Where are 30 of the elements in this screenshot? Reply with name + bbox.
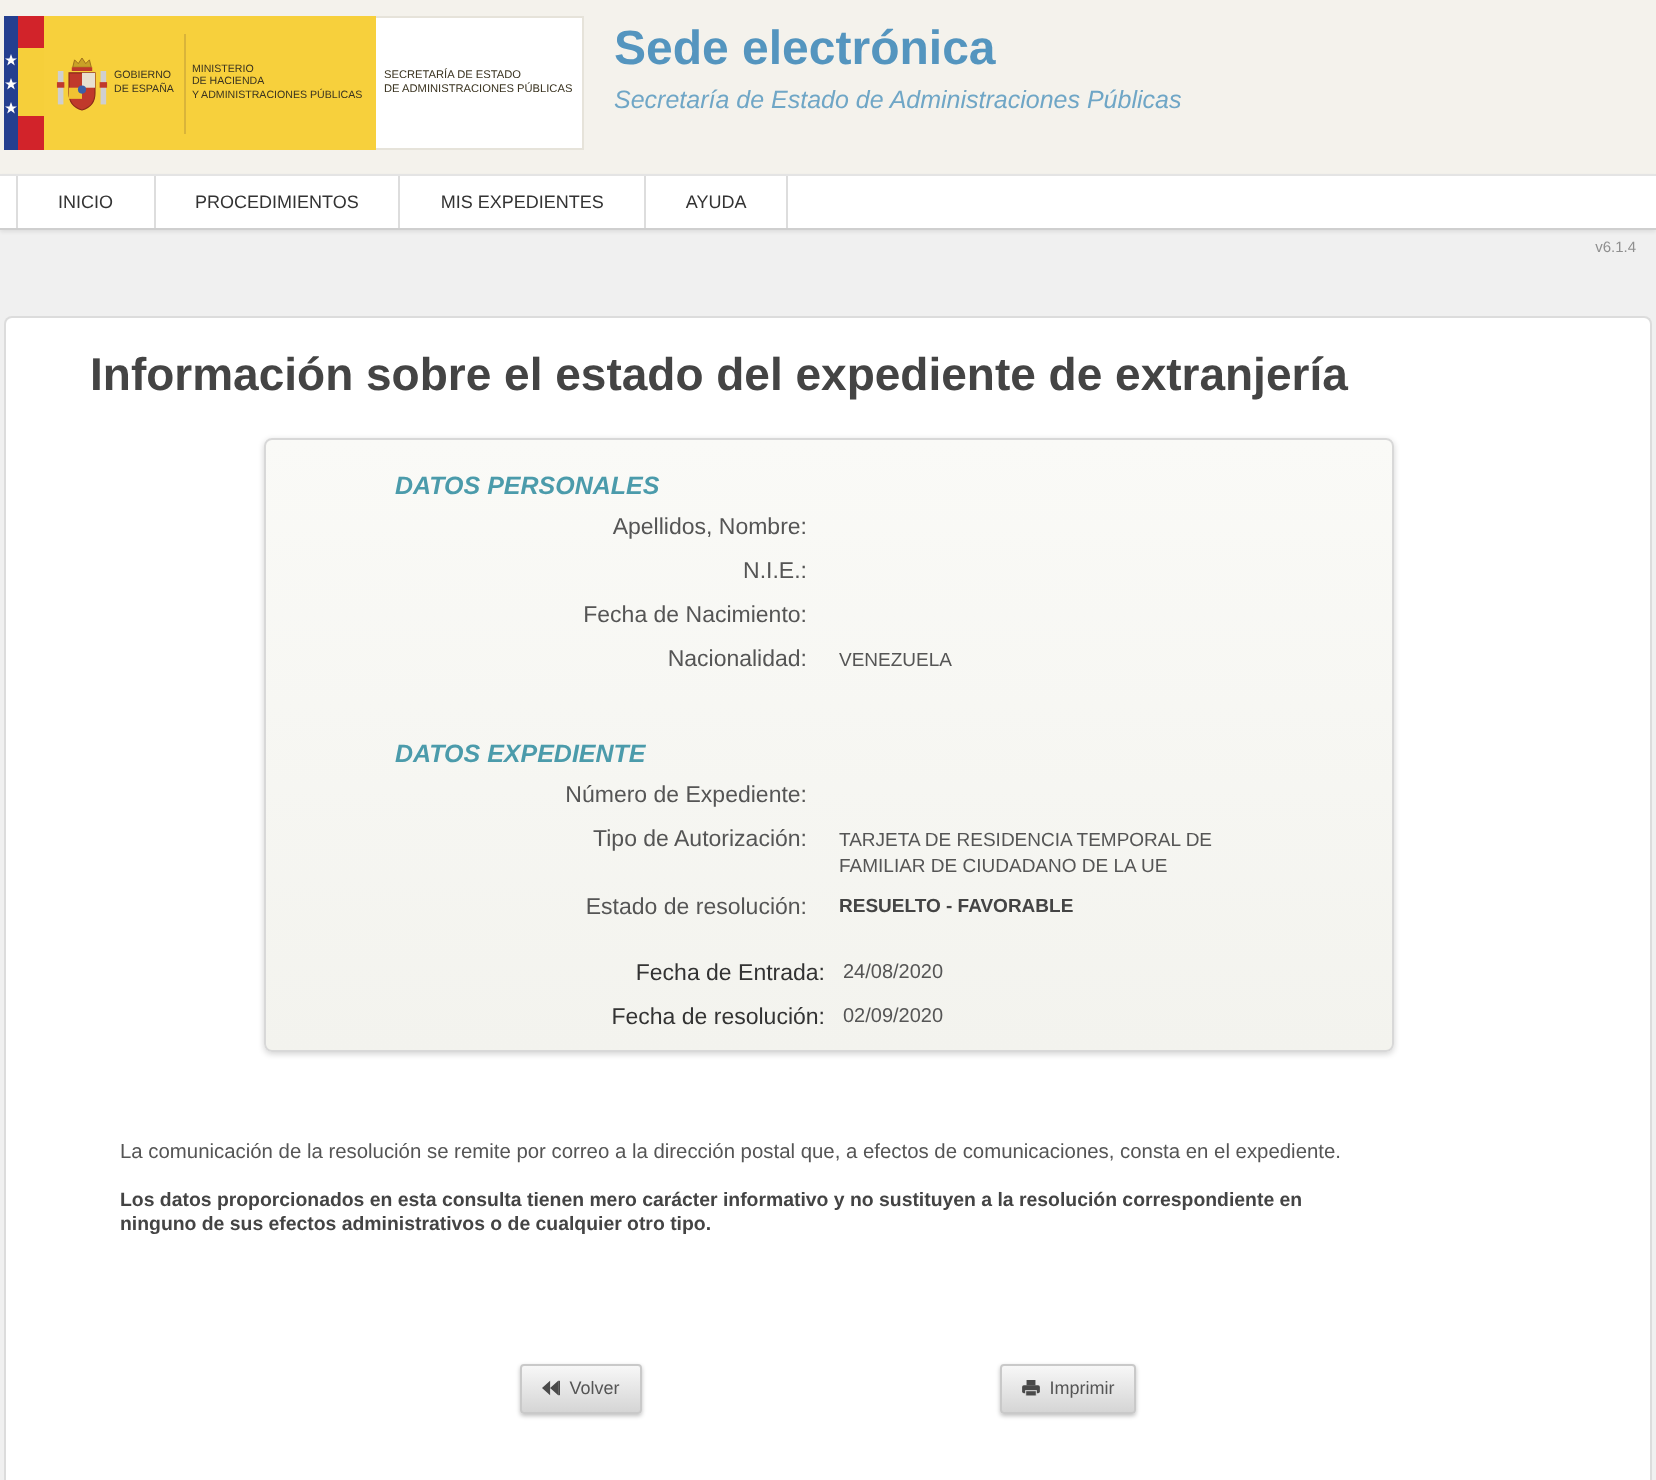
- section-heading: DATOS EXPEDIENTE: [395, 738, 646, 772]
- field-value: TARJETA DE RESIDENCIA TEMPORAL DE FAMILIAR DE CIUDADANO DE LA UE: [839, 827, 1215, 881]
- printer-icon: [1021, 1380, 1040, 1396]
- field-label: Estado de resolución:: [585, 893, 807, 923]
- field-label: N.I.E.:: [743, 558, 807, 588]
- field-label: Apellidos, Nombre:: [612, 514, 807, 544]
- page-title: Información sobre el estado del expediente de extranjería: [90, 346, 1348, 402]
- field-label: Número de Expediente:: [565, 782, 807, 812]
- coat-of-arms-icon: [56, 55, 108, 111]
- field-label: Nacionalidad:: [667, 646, 807, 676]
- section-heading: DATOS PERSONALES: [395, 470, 660, 504]
- double-left-arrow-icon: [541, 1380, 560, 1396]
- nav-tab[interactable]: INICIO: [16, 176, 156, 228]
- site-subtitle: Secretaría de Estado de Administraciones Públicas: [614, 84, 1182, 116]
- field-label: Tipo de Autorización:: [593, 826, 807, 856]
- date-value: 24/08/2020: [843, 959, 944, 987]
- nav-tab[interactable]: PROCEDIMIENTOS: [155, 176, 401, 228]
- back-button[interactable]: Volver: [519, 1363, 642, 1413]
- notice-text: La comunicación de la resolución se remite por correo a la dirección postal que, a efectos de comunicaciones, consta en el expediente.: [120, 1141, 1341, 1165]
- status-value: RESUELTO - FAVORABLE: [839, 894, 1074, 922]
- notice-text: Los datos proporcionados en esta consulta tienen mero carácter informativo y no sustituyen a la resolución correspondiente en ninguno de sus efectos administrativos o de cualquier otro tipo.: [120, 1189, 1305, 1237]
- print-button[interactable]: Imprimir: [999, 1363, 1137, 1413]
- nav-tab[interactable]: MIS EXPEDIENTES: [400, 176, 646, 228]
- date-label: Fecha de resolución:: [611, 1003, 825, 1033]
- site-title: Sede electrónica: [614, 22, 998, 78]
- field-label: Fecha de Nacimiento:: [583, 602, 807, 632]
- nav-tab[interactable]: AYUDA: [645, 176, 789, 228]
- field-value: VENEZUELA: [839, 647, 952, 675]
- date-value: 02/09/2020: [843, 1003, 944, 1031]
- date-label: Fecha de Entrada:: [635, 959, 825, 989]
